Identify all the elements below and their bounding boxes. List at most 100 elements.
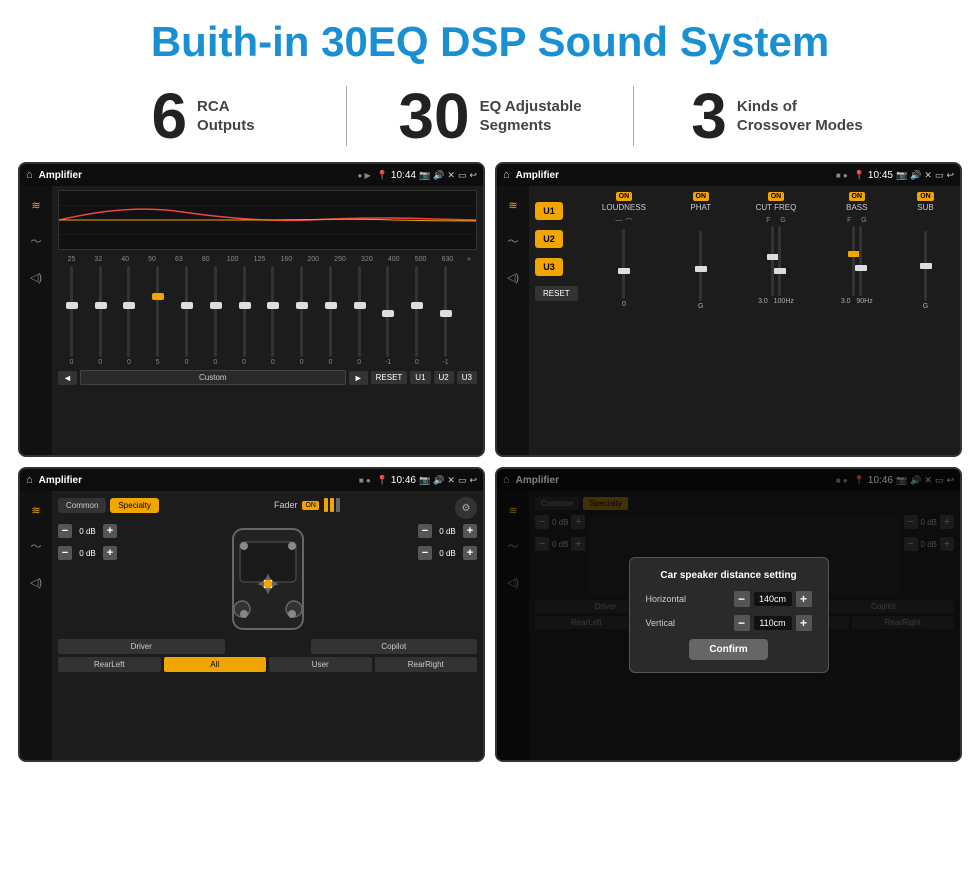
back-icon[interactable]: ↩ xyxy=(469,170,477,181)
stat-rca: 6 RCA Outputs xyxy=(60,84,346,148)
eq-reset-button[interactable]: RESET xyxy=(371,371,408,384)
rearleft-button[interactable]: RearLeft xyxy=(58,657,161,672)
car-outline-container xyxy=(228,524,308,634)
eq-slider-10[interactable]: 0 xyxy=(317,266,344,366)
eq-slider-14[interactable]: -1 xyxy=(432,266,459,366)
eq-u3-button[interactable]: U3 xyxy=(457,371,477,384)
vol-plus-tr[interactable]: + xyxy=(463,524,477,538)
phat-slider[interactable] xyxy=(699,231,702,301)
crossover-sidebar-speaker-icon[interactable]: ◁) xyxy=(502,266,524,288)
all-button[interactable]: All xyxy=(164,657,267,672)
eq-slider-3[interactable]: 0 xyxy=(116,266,143,366)
vol-minus-bl[interactable]: − xyxy=(58,546,72,560)
vol-minus-tl[interactable]: − xyxy=(58,524,72,538)
u2-channel-button[interactable]: U2 xyxy=(535,230,563,248)
eq-slider-13[interactable]: 0 xyxy=(403,266,430,366)
sub-slider[interactable] xyxy=(924,231,927,301)
vol-plus-bl[interactable]: + xyxy=(103,546,117,560)
driver-button[interactable]: Driver xyxy=(58,639,225,654)
vol-ctrl-tr: − 0 dB + xyxy=(418,524,477,538)
stat-crossover: 3 Kinds of Crossover Modes xyxy=(634,84,920,148)
vertical-minus[interactable]: − xyxy=(734,615,750,631)
stat-text-eq: EQ Adjustable Segments xyxy=(480,97,582,136)
vol-ctrl-bl: − 0 dB + xyxy=(58,546,117,560)
horizontal-plus[interactable]: + xyxy=(796,591,812,607)
copilot-button[interactable]: Copilot xyxy=(311,639,478,654)
eq-next-button[interactable]: ► xyxy=(349,371,368,385)
sidebar-speaker-icon[interactable]: ◁) xyxy=(25,266,47,288)
eq-label-50: 50 xyxy=(139,256,166,263)
eq-sliders: 0 0 0 5 0 0 0 0 0 0 0 -1 0 -1 xyxy=(58,266,477,366)
tab-common[interactable]: Common xyxy=(58,498,106,513)
user-button[interactable]: User xyxy=(269,657,372,672)
eq-slider-8[interactable]: 0 xyxy=(259,266,286,366)
bass-f-slider[interactable] xyxy=(852,226,855,296)
eq-u2-button[interactable]: U2 xyxy=(434,371,454,384)
balance-home-icon[interactable]: ⌂ xyxy=(26,474,33,486)
vertical-plus[interactable]: + xyxy=(796,615,812,631)
eq-label-25: 25 xyxy=(58,256,85,263)
u3-channel-button[interactable]: U3 xyxy=(535,258,563,276)
crossover-screen-content: ≋ 〜 ◁) U1 U2 U3 RESET xyxy=(497,186,960,455)
settings-icon[interactable]: ⚙ xyxy=(455,497,477,519)
eq-slider-1[interactable]: 0 xyxy=(58,266,85,366)
eq-slider-6[interactable]: 0 xyxy=(202,266,229,366)
stat-number-crossover: 3 xyxy=(691,84,727,148)
eq-label-630: 630 xyxy=(434,256,461,263)
cutfreq-sliders xyxy=(771,226,781,296)
u1-channel-button[interactable]: U1 xyxy=(535,202,563,220)
balance-sidebar-eq-icon[interactable]: ≋ xyxy=(25,499,47,521)
bass-g-slider[interactable] xyxy=(859,226,862,296)
balance-back-icon[interactable]: ↩ xyxy=(469,475,477,486)
balance-sidebar-wave-icon[interactable]: 〜 xyxy=(25,535,47,557)
home-icon[interactable]: ⌂ xyxy=(26,169,33,181)
vol-minus-tr[interactable]: − xyxy=(418,524,432,538)
crossover-reset-button[interactable]: RESET xyxy=(535,286,578,301)
eq-slider-5[interactable]: 0 xyxy=(173,266,200,366)
fader-row: Fader ON xyxy=(274,498,340,512)
tab-specialty[interactable]: Specialty xyxy=(110,498,158,513)
crossover-sidebar-eq-icon[interactable]: ≋ xyxy=(502,194,524,216)
dialog-title: Car speaker distance setting xyxy=(646,570,812,581)
balance-status-icons: 📍 10:46 📷 🔊 ✕ ▭ ↩ xyxy=(377,475,477,486)
sub-value: G xyxy=(923,303,928,310)
crossover-sidebar-wave-icon[interactable]: 〜 xyxy=(502,230,524,252)
eq-sidebar: ≋ 〜 ◁) xyxy=(20,186,52,455)
horizontal-value: 140cm xyxy=(754,592,792,606)
cutfreq-on-badge: ON xyxy=(768,192,785,201)
eq-prev-button[interactable]: ◄ xyxy=(58,371,77,385)
eq-slider-7[interactable]: 0 xyxy=(231,266,258,366)
left-vol-column: − 0 dB + − 0 dB + xyxy=(58,524,117,560)
sub-label: SUB xyxy=(917,203,933,212)
phat-on-badge: ON xyxy=(693,192,710,201)
vol-minus-br[interactable]: − xyxy=(418,546,432,560)
eq-slider-12[interactable]: -1 xyxy=(375,266,402,366)
screenshots-grid: ⌂ Amplifier ● ▶ 📍 10:44 📷 🔊 ✕ ▭ ↩ ≋ 〜 ◁) xyxy=(0,162,980,762)
confirm-button[interactable]: Confirm xyxy=(689,639,767,660)
rearright-button[interactable]: RearRight xyxy=(375,657,478,672)
eq-slider-11[interactable]: 0 xyxy=(346,266,373,366)
cutfreq-f-slider[interactable] xyxy=(771,226,774,296)
eq-status-dots: ● ▶ xyxy=(357,171,370,180)
cutfreq-g-slider[interactable] xyxy=(778,226,781,296)
eq-slider-9[interactable]: 0 xyxy=(288,266,315,366)
crossover-status-icons: 📍 10:45 📷 🔊 ✕ ▭ ↩ xyxy=(854,170,954,181)
eq-u1-button[interactable]: U1 xyxy=(410,371,430,384)
sidebar-eq-icon[interactable]: ≋ xyxy=(25,194,47,216)
crossover-home-icon[interactable]: ⌂ xyxy=(503,169,510,181)
camera-icon: 📷 xyxy=(419,170,430,181)
loudness-slider[interactable] xyxy=(622,229,625,299)
location-icon: 📍 xyxy=(377,170,388,181)
sidebar-wave-icon[interactable]: 〜 xyxy=(25,230,47,252)
crossover-back-icon[interactable]: ↩ xyxy=(946,170,954,181)
vol-plus-tl[interactable]: + xyxy=(103,524,117,538)
balance-sidebar-speaker-icon[interactable]: ◁) xyxy=(25,571,47,593)
crossover-volume-icon: 🔊 xyxy=(910,170,921,181)
vol-val-tl: 0 dB xyxy=(75,527,100,536)
eq-slider-4[interactable]: 5 xyxy=(144,266,171,366)
eq-slider-2[interactable]: 0 xyxy=(87,266,114,366)
vol-ctrl-tl: − 0 dB + xyxy=(58,524,117,538)
horizontal-minus[interactable]: − xyxy=(734,591,750,607)
eq-status-icons: 📍 10:44 📷 🔊 ✕ ▭ ↩ xyxy=(377,170,477,181)
vol-plus-br[interactable]: + xyxy=(463,546,477,560)
